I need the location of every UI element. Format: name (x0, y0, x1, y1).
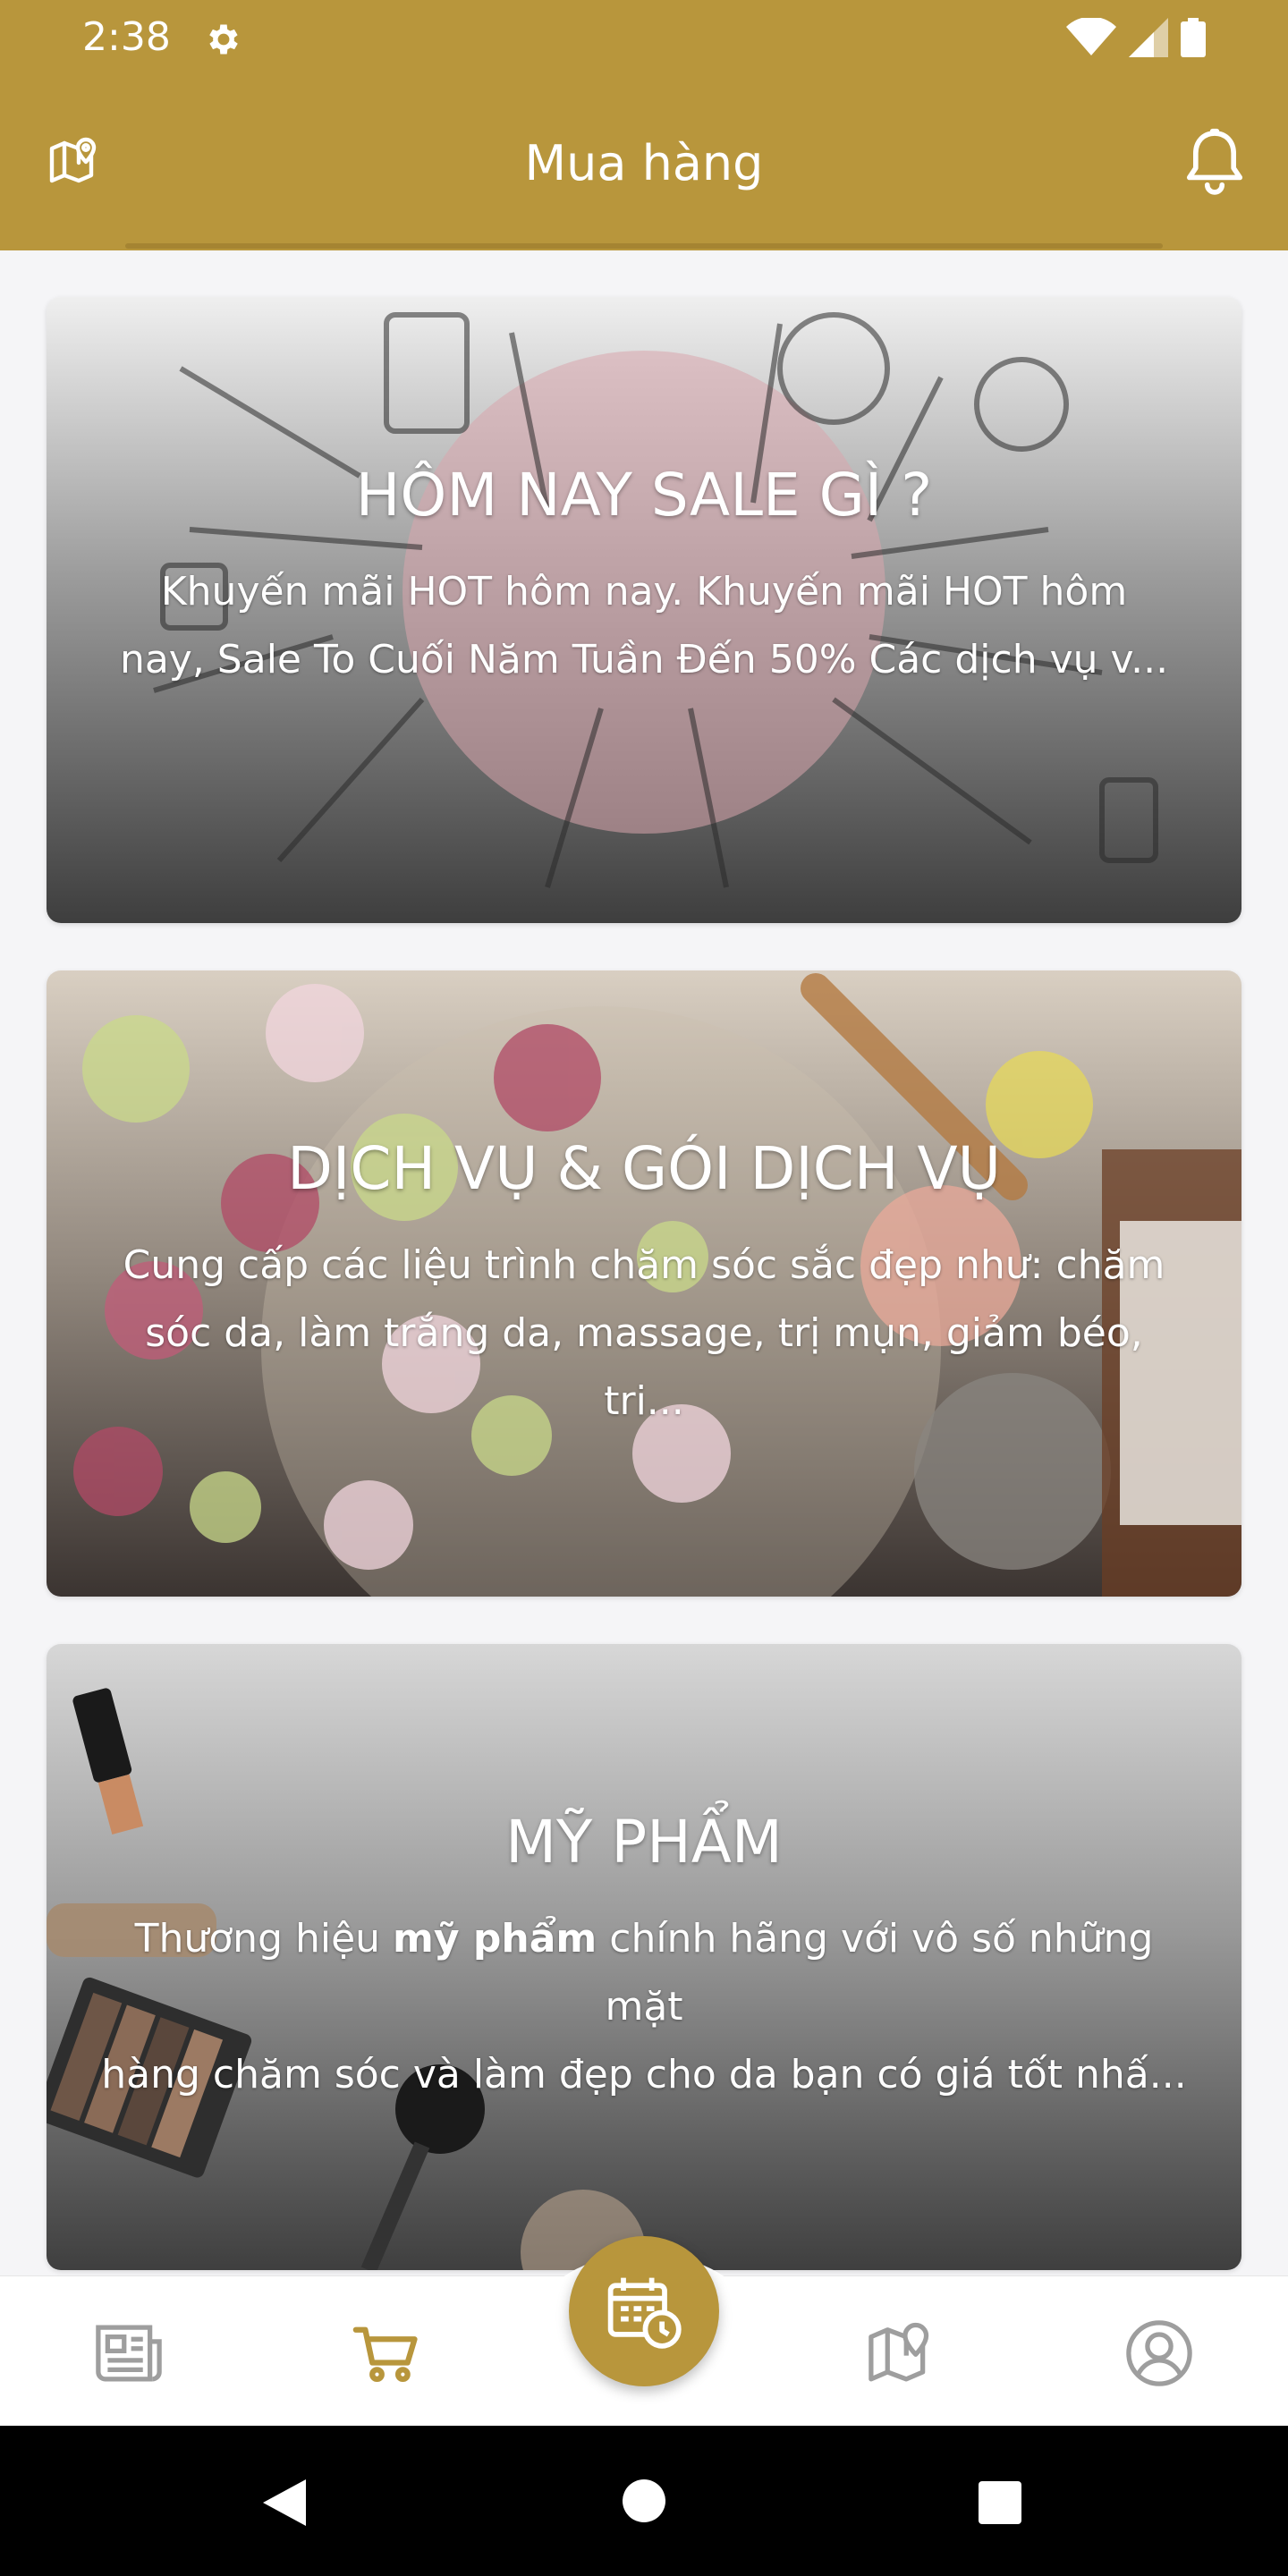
status-icons (1066, 18, 1206, 57)
bell-icon[interactable] (1181, 127, 1249, 199)
card-description-bold: mỹ phẩm (393, 1916, 597, 1962)
settings-gear-icon (209, 24, 238, 55)
card-title: DỊCH VỤ & GÓI DỊCH VỤ (287, 1134, 1001, 1203)
page-title: Mua hàng (524, 135, 764, 191)
calendar-clock-icon (607, 2277, 682, 2349)
card-description: Thương hiệu mỹ phẩm chính hãng với vô số… (100, 1905, 1188, 2109)
card-description-line: Cung cấp các liệu trình chăm sóc sắc đẹp… (123, 1242, 1165, 1288)
cart-icon[interactable] (349, 2316, 424, 2391)
home-icon[interactable] (621, 2478, 667, 2524)
profile-icon[interactable] (1122, 2316, 1197, 2391)
status-bar: 2:38 (0, 0, 1288, 75)
cosmetics-card[interactable]: MỸ PHẨM Thương hiệu mỹ phẩm chính hãng v… (47, 1644, 1241, 2270)
card-description-line: hàng chăm sóc và làm đẹp cho da bạn có g… (101, 2052, 1187, 2097)
card-description-text: Thương hiệu (134, 1916, 394, 1962)
card-title: MỸ PHẨM (505, 1808, 783, 1877)
status-time: 2:38 (82, 14, 171, 60)
back-icon[interactable] (259, 2476, 309, 2529)
news-icon[interactable] (91, 2316, 166, 2391)
card-description-line: nay, Sale To Cuối Năm Tuần Đến 50% Các d… (119, 637, 1169, 682)
booking-fab-button[interactable] (569, 2236, 719, 2386)
recents-icon[interactable] (977, 2479, 1023, 2526)
promo-card-sale[interactable]: HÔM NAY SALE GÌ ? Khuyến mãi HOT hôm nay… (47, 297, 1241, 923)
system-navigation-bar (0, 2426, 1288, 2576)
card-description-line: Thương hiệu mỹ phẩm chính hãng với vô số… (100, 1905, 1188, 2041)
wifi-icon (1066, 18, 1116, 55)
card-description: Cung cấp các liệu trình chăm sóc sắc đẹp… (100, 1232, 1188, 1436)
app-bar-divider (125, 243, 1163, 249)
map-icon[interactable] (864, 2316, 939, 2391)
card-description-text: chính hãng với vô số những mặt (597, 1916, 1154, 2029)
signal-icon (1129, 18, 1168, 57)
app-bar: Mua hàng (0, 75, 1288, 250)
screen: 2:38 Mua hàng HÔM NAY SALE GÌ ? Khuyến m… (0, 0, 1288, 2576)
battery-icon (1181, 18, 1206, 57)
card-description: Khuyến mãi HOT hôm nay. Khuyến mãi HOT h… (100, 558, 1188, 694)
card-description-line: sóc da, làm trắng da, massage, trị mụn, … (145, 1310, 1143, 1424)
services-card[interactable]: DỊCH VỤ & GÓI DỊCH VỤ Cung cấp các liệu … (47, 970, 1241, 1597)
card-description-line: Khuyến mãi HOT hôm nay. Khuyến mãi HOT h… (160, 569, 1128, 614)
card-title: HÔM NAY SALE GÌ ? (355, 461, 933, 530)
